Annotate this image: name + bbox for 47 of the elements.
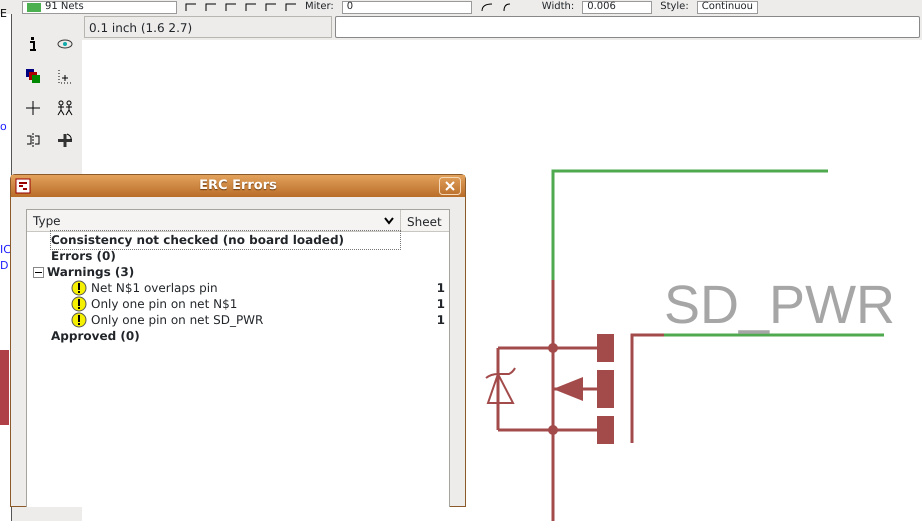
miter-label: Miter:	[305, 1, 334, 13]
window-text: IC	[0, 242, 11, 258]
warning-icon	[71, 280, 87, 296]
grid-icon[interactable]	[57, 68, 73, 84]
tree-item[interactable]: Net N$1 overlaps pin	[91, 279, 218, 297]
warning-icon	[71, 296, 87, 312]
move-icon[interactable]	[25, 100, 41, 116]
sheet-number: 1	[436, 280, 445, 297]
layer-dropdown[interactable]: 91 Nets	[22, 0, 177, 14]
bend-style-icon[interactable]	[265, 2, 277, 12]
sheet-number: 1	[436, 296, 445, 313]
mirror-icon[interactable]	[25, 132, 41, 148]
command-field[interactable]	[335, 16, 920, 38]
tree-item[interactable]: Only one pin on net SD_PWR	[91, 311, 264, 329]
sheet-number: 1	[436, 312, 445, 329]
width-label: Width:	[542, 1, 574, 13]
bend-style-icon[interactable]	[285, 2, 297, 12]
warning-icon	[71, 312, 87, 328]
window-text: o	[0, 119, 7, 135]
miter-field[interactable]: 0	[342, 0, 472, 14]
window-text: E	[0, 6, 7, 22]
close-icon[interactable]	[439, 177, 461, 195]
window-text: D	[0, 258, 8, 274]
collapse-toggle[interactable]	[33, 266, 44, 278]
layer-color-swatch	[27, 2, 41, 12]
tree-item[interactable]: Only one pin on net N$1	[91, 295, 238, 313]
coordinate-readout: 0.1 inch (1.6 2.7)	[84, 16, 332, 38]
width-field[interactable]: 0.006	[582, 0, 652, 14]
layers-icon[interactable]	[25, 68, 41, 84]
column-header[interactable]: Sheet	[401, 210, 449, 231]
tree-item[interactable]: Warnings (3)	[47, 263, 134, 281]
tree-item[interactable]: Consistency not checked (no board loaded)	[51, 231, 400, 249]
chevron-icon[interactable]	[384, 216, 394, 224]
bend-style-icon[interactable]	[245, 2, 257, 12]
app-icon	[15, 178, 31, 194]
net-label: SD_PWR	[664, 278, 896, 332]
style-dropdown[interactable]: Continuou	[696, 0, 758, 14]
dialog-title: ERC Errors	[199, 177, 277, 196]
round-corner-icon[interactable]	[480, 2, 494, 12]
column-header[interactable]: Type	[33, 212, 61, 230]
tree-item[interactable]: Approved (0)	[51, 327, 140, 345]
rotate-icon[interactable]	[57, 132, 73, 148]
tree-item[interactable]: Errors (0)	[51, 247, 116, 265]
style-label: Style:	[660, 1, 689, 13]
bend-style-icon[interactable]	[225, 2, 237, 12]
bend-style-icon[interactable]	[205, 2, 217, 12]
bend-style-icon[interactable]	[185, 2, 197, 12]
